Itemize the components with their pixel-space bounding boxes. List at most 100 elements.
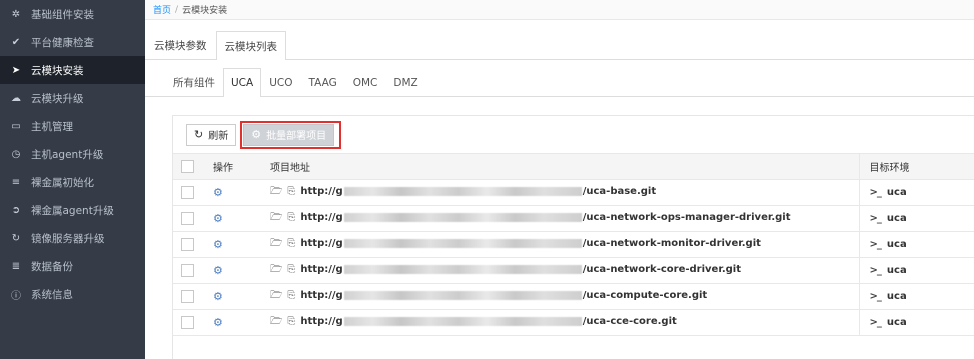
row-operation-cell: ⚙	[213, 309, 268, 336]
monitor-icon: ▭	[11, 120, 21, 132]
tab-module-list[interactable]: 云模块列表	[215, 31, 286, 60]
sidebar-item-label: 云模块安装	[31, 64, 84, 77]
url-prefix[interactable]: http://g	[300, 290, 342, 301]
batch-deploy-button[interactable]: ⚙ 批量部署项目	[243, 123, 335, 146]
env-name: uca	[886, 187, 907, 198]
url-suffix[interactable]: /uca-network-monitor-driver.git	[583, 238, 761, 249]
url-suffix[interactable]: /uca-compute-core.git	[583, 290, 707, 301]
subtab-omc[interactable]: OMC	[345, 68, 386, 96]
row-address-cell: 🗁 ⎘ http://g/uca-network-ops-manager-drive…	[268, 205, 860, 232]
folder-icon[interactable]: 🗁	[270, 316, 282, 327]
row-env-cell: >_ uca	[859, 257, 974, 284]
deploy-gears-icon[interactable]: ⚙	[213, 212, 223, 225]
table-row: ⚙ 🗁 ⎘ http://g/uca-cce-core.git >_ uca	[173, 309, 974, 336]
url-suffix[interactable]: /uca-cce-core.git	[583, 316, 677, 327]
folder-icon[interactable]: 🗁	[270, 264, 282, 275]
subtab-taag[interactable]: TAAG	[301, 68, 345, 96]
copy-icon[interactable]: ⎘	[287, 238, 295, 249]
breadcrumb-current: 云模块安装	[182, 6, 228, 16]
main-tabs: 云模块参数 云模块列表	[145, 31, 974, 60]
subtab-uca[interactable]: UCA	[223, 68, 262, 97]
tab-module-params[interactable]: 云模块参数	[145, 31, 216, 59]
table-row: ⚙ 🗁 ⎘ http://g/uca-network-monitor-driver.g…	[173, 231, 974, 258]
terminal-icon: >_	[869, 213, 882, 224]
folder-icon[interactable]: 🗁	[270, 290, 282, 301]
row-checkbox[interactable]	[181, 212, 194, 225]
row-operation-cell: ⚙	[213, 179, 268, 206]
server-icon: ≡	[11, 176, 21, 188]
copy-icon[interactable]: ⎘	[287, 316, 295, 327]
deploy-gears-icon[interactable]: ⚙	[213, 186, 223, 199]
breadcrumb-home-link[interactable]: 首页	[153, 3, 171, 16]
sidebar-item[interactable]: ✔ 平台健康检查	[0, 28, 145, 56]
sidebar-item[interactable]: ≣ 数据备份	[0, 252, 145, 280]
sidebar-item[interactable]: ▭ 主机管理	[0, 112, 145, 140]
folder-icon[interactable]: 🗁	[270, 238, 282, 249]
sidebar-item-label: 系统信息	[31, 288, 73, 301]
env-name: uca	[886, 239, 907, 250]
row-checkbox[interactable]	[181, 316, 194, 329]
row-env-cell: >_ uca	[859, 179, 974, 206]
row-operation-cell: ⚙	[213, 283, 268, 310]
url-suffix[interactable]: /uca-base.git	[583, 186, 656, 197]
sidebar-item[interactable]: ⓘ 系统信息	[0, 280, 145, 308]
sidebar-item[interactable]: ✲ 基础组件安装	[0, 0, 145, 28]
row-operation-cell: ⚙	[213, 231, 268, 258]
refresh-icon: ↻	[11, 232, 21, 244]
url-prefix[interactable]: http://g	[300, 316, 342, 327]
paper-plane-icon: ➤	[11, 64, 21, 76]
deploy-gears-icon[interactable]: ⚙	[213, 316, 223, 329]
row-select-cell	[173, 231, 213, 258]
sidebar: ✲ 基础组件安装 ✔ 平台健康检查 ➤ 云模块安装 ☁ 云模块升级 ▭ 主机管理 ◷ 主机agent升…	[0, 0, 145, 359]
row-select-cell	[173, 257, 213, 284]
row-operation-cell: ⚙	[213, 205, 268, 232]
module-table: 操作 项目地址 目标环境 ⚙ 🗁 ⎘ http://g/uca-base.git >_ u…	[173, 153, 974, 336]
module-list-panel: ↻ 刷新 ⚙ 批量部署项目 操作 项目地址 目标环境 ⚙ 🗁 ⎘ http://g/u…	[172, 115, 974, 359]
sidebar-item-label: 镜像服务器升级	[31, 232, 105, 245]
subtab-uco[interactable]: UCO	[261, 68, 300, 96]
gears-icon: ⚙	[251, 128, 262, 141]
sidebar-item-label: 主机agent升级	[31, 148, 104, 161]
sidebar-item-label: 平台健康检查	[31, 36, 94, 49]
copy-icon[interactable]: ⎘	[287, 264, 295, 275]
refresh-button[interactable]: ↻ 刷新	[186, 123, 237, 146]
main-content: 首页 / 云模块安装 云模块参数 云模块列表 所有组件 UCA UCO TAAG…	[145, 0, 974, 359]
sidebar-item[interactable]: ➲ 裸金属agent升级	[0, 196, 145, 224]
copy-icon[interactable]: ⎘	[287, 186, 295, 197]
sidebar-item[interactable]: ➤ 云模块安装	[0, 56, 145, 84]
select-all-checkbox[interactable]	[181, 160, 194, 173]
deploy-gears-icon[interactable]: ⚙	[213, 238, 223, 251]
subtab-all[interactable]: 所有组件	[165, 68, 223, 96]
url-suffix[interactable]: /uca-network-core-driver.git	[583, 264, 741, 275]
row-address-cell: 🗁 ⎘ http://g/uca-cce-core.git	[268, 309, 860, 336]
url-prefix[interactable]: http://g	[300, 238, 342, 249]
deploy-gears-icon[interactable]: ⚙	[213, 264, 223, 277]
breadcrumb-separator: /	[175, 4, 179, 15]
row-checkbox[interactable]	[181, 238, 194, 251]
select-all-cell	[173, 153, 213, 180]
table-body: ⚙ 🗁 ⎘ http://g/uca-base.git >_ uca ⚙ 🗁 ⎘ http://g…	[173, 179, 974, 336]
clock-icon: ◷	[11, 148, 21, 160]
row-checkbox[interactable]	[181, 264, 194, 277]
sidebar-item[interactable]: ◷ 主机agent升级	[0, 140, 145, 168]
check-icon: ✔	[11, 36, 21, 48]
subtab-dmz[interactable]: DMZ	[385, 68, 425, 96]
copy-icon[interactable]: ⎘	[287, 212, 295, 223]
url-prefix[interactable]: http://g	[300, 186, 342, 197]
url-prefix[interactable]: http://g	[300, 264, 342, 275]
url-prefix[interactable]: http://g	[300, 212, 342, 223]
row-select-cell	[173, 309, 213, 336]
folder-icon[interactable]: 🗁	[270, 212, 282, 223]
sidebar-item[interactable]: ☁ 云模块升级	[0, 84, 145, 112]
deploy-gears-icon[interactable]: ⚙	[213, 290, 223, 303]
folder-icon[interactable]: 🗁	[270, 186, 282, 197]
row-checkbox[interactable]	[181, 186, 194, 199]
terminal-icon: >_	[869, 317, 882, 328]
row-env-cell: >_ uca	[859, 231, 974, 258]
url-suffix[interactable]: /uca-network-ops-manager-driver.git	[583, 212, 791, 223]
copy-icon[interactable]: ⎘	[287, 290, 295, 301]
sidebar-item[interactable]: ↻ 镜像服务器升级	[0, 224, 145, 252]
table-row: ⚙ 🗁 ⎘ http://g/uca-compute-core.git >_ uca	[173, 283, 974, 310]
row-checkbox[interactable]	[181, 290, 194, 303]
sidebar-item[interactable]: ≡ 裸金属初始化	[0, 168, 145, 196]
